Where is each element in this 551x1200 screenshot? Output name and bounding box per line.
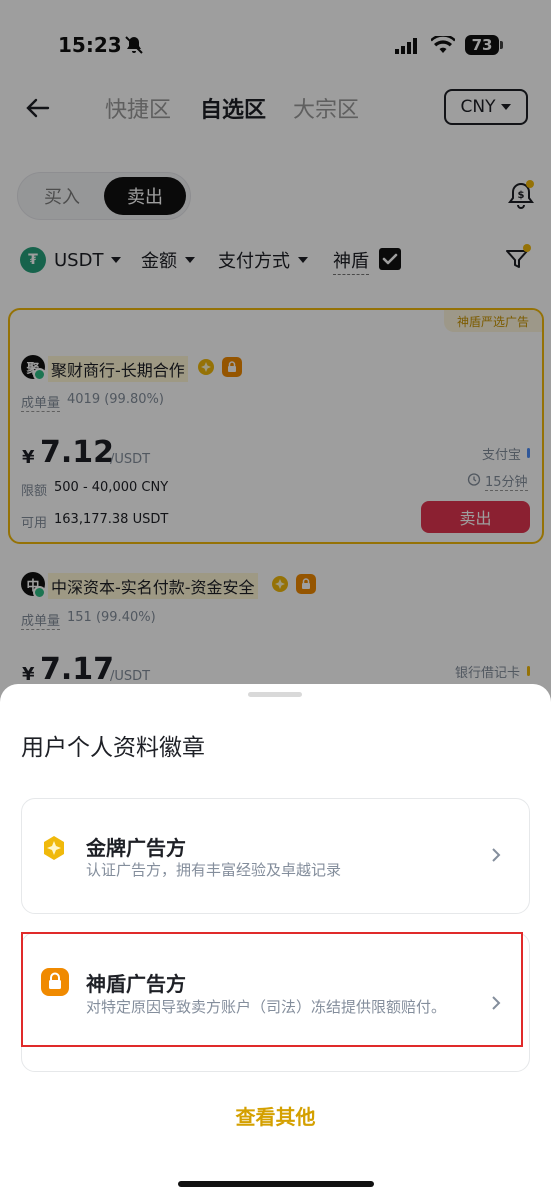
view-more-link[interactable]: 查看其他 — [0, 1101, 551, 1130]
chevron-right-icon — [492, 848, 501, 862]
gold-medal-icon — [44, 836, 64, 860]
highlight-box — [21, 932, 523, 1047]
sheet-title: 用户个人资料徽章 — [21, 735, 205, 761]
gold-advertiser-desc: 认证广告方，拥有丰富经验及卓越记录 — [86, 861, 342, 879]
sheet-drag-handle[interactable] — [248, 692, 302, 697]
gold-advertiser-title: 金牌广告方 — [86, 836, 186, 860]
home-indicator[interactable] — [178, 1181, 374, 1187]
